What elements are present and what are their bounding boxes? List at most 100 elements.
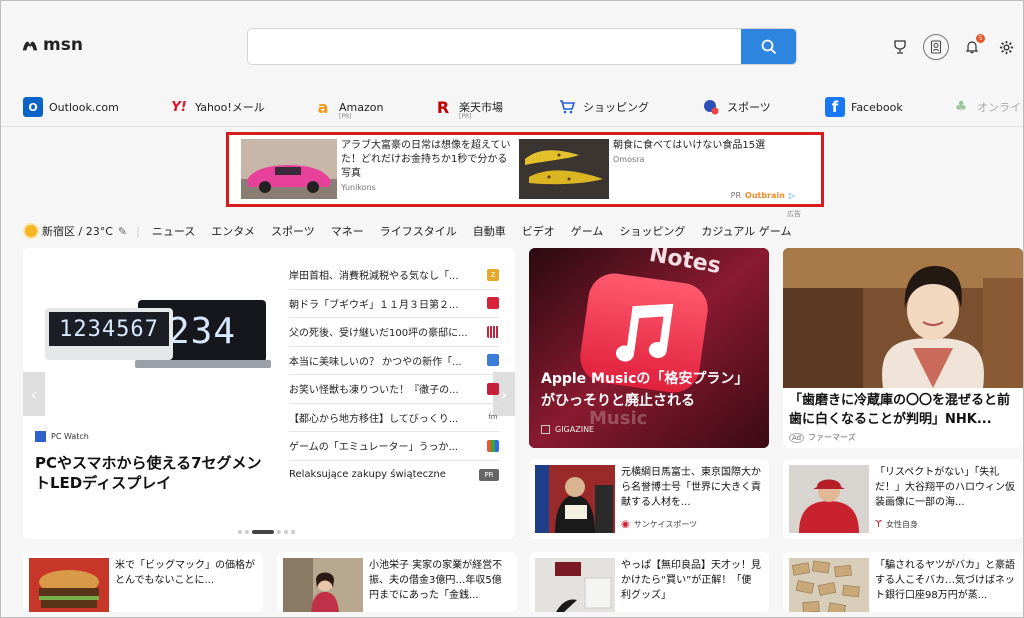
source-name: PC Watch xyxy=(51,432,89,441)
source-icon: fm xyxy=(488,413,498,422)
account-button[interactable] xyxy=(923,34,949,60)
tab-autos[interactable]: 自動車 xyxy=(473,223,506,239)
user-icon xyxy=(931,40,941,54)
tab-lifestyle[interactable]: ライフスタイル xyxy=(380,223,457,239)
quicklink-yahoo-mail[interactable]: Y! Yahoo!メール xyxy=(169,97,265,117)
music-story-card[interactable]: Notes Music Apple Musicの「格安プラン」がひっそりと廃止さ… xyxy=(529,248,769,448)
carousel-dot[interactable] xyxy=(238,530,242,534)
quicklink-shopping[interactable]: ショッピング xyxy=(557,97,649,117)
small-story-card[interactable]: やっぱ【無印良品】天才ッ！見かけたら“買い”が正解！「便利グッズ」 xyxy=(529,552,769,612)
amazon-icon: a xyxy=(317,97,329,117)
carousel-dot[interactable] xyxy=(284,530,288,534)
headline-text: 本当に美味しいの？ かつやの新作「... xyxy=(289,356,462,368)
tab-games[interactable]: ゲーム xyxy=(571,223,604,239)
outbrain-attribution[interactable]: PR Outbrain ▷ xyxy=(731,191,795,200)
msn-butterfly-icon xyxy=(22,41,38,51)
list-item[interactable]: 朝ドラ「ブギウギ」１１月３日第２... xyxy=(289,290,499,318)
source-icon xyxy=(487,439,499,452)
quicklink-facebook[interactable]: f Facebook xyxy=(825,97,903,117)
small-story-card[interactable]: 小池栄子 実家の家業が経営不振、夫の借金3億円…年収5億円までにあった「金銭..… xyxy=(277,552,517,612)
quicklink-outlook[interactable]: O Outlook.com xyxy=(23,97,119,117)
headline-text: ゲームの「エミュレーター」うっか... xyxy=(289,442,459,454)
kimono-story-card[interactable]: 「歯磨きに冷蔵庫の〇〇を混ぜると前歯に白くなることが判明」NHK... Ad フ… xyxy=(783,248,1023,448)
small-story-card[interactable]: 米で「ビッグマック」の価格がとんでもないことに... xyxy=(23,552,263,612)
notifications-button[interactable]: 5 xyxy=(961,34,985,58)
source-icon xyxy=(487,325,499,338)
quicklink-amazon[interactable]: a Amazon [PR] xyxy=(313,97,384,121)
kimono-story-title: 「歯磨きに冷蔵庫の〇〇を混ぜると前歯に白くなることが判明」NHK... xyxy=(789,393,1011,427)
tab-money[interactable]: マネー xyxy=(331,223,364,239)
list-item[interactable]: ゲームの「エミュレーター」うっか... xyxy=(289,432,499,461)
logo-text: msn xyxy=(43,35,83,55)
carousel-indicator xyxy=(238,530,295,534)
sankei-icon: ◉ xyxy=(621,519,630,530)
quicklink-label: Amazon xyxy=(339,100,384,114)
list-item[interactable]: 本当に美味しいの？ かつやの新作「... xyxy=(289,347,499,375)
small-story-card[interactable]: 「騙されるヤツがバカ」と豪語する人こそバカ…気づけばネット銀行口座98万円が蒸.… xyxy=(783,552,1023,612)
carousel-prev-button[interactable]: ‹ xyxy=(23,372,45,416)
rewards-button[interactable] xyxy=(889,36,911,58)
story-title: 元横綱日馬富士、東京国際大から名誉博士号「世界に大きく貢献する人材を... xyxy=(621,467,761,508)
sun-icon xyxy=(25,225,37,237)
quicklink-label: スポーツ xyxy=(727,101,771,114)
outbrain-logo: Outbrain xyxy=(745,191,785,200)
ad-label: 広告 xyxy=(787,210,801,218)
facebook-icon: f xyxy=(825,97,845,117)
carousel-dot[interactable] xyxy=(245,530,249,534)
small-story-card[interactable]: 「リスペクトがない」「失礼だ！」大谷翔平のハロウィン仮装画像に一部の海... ϒ… xyxy=(783,459,1023,539)
main-story-title[interactable]: PCやスマホから使える7セグメントLEDディスプレイ xyxy=(35,453,275,493)
carousel-dot[interactable] xyxy=(277,530,281,534)
notification-badge: 5 xyxy=(976,34,985,43)
source-name: ファーマーズ xyxy=(808,433,856,442)
weather-widget[interactable]: 新宿区 / 23°C ✎ | xyxy=(25,223,140,239)
list-item[interactable]: 岸田首相、消費税減税やる気なし「... Z xyxy=(289,261,499,290)
small-story-card[interactable]: 元横綱日馬富士、東京国際大から名誉博士号「世界に大きく貢献する人材を... ◉ … xyxy=(529,459,769,539)
tab-shopping[interactable]: ショッピング xyxy=(619,223,685,239)
list-item[interactable]: 【都心から地方移住】してびっくり... fm xyxy=(289,404,499,432)
trophy-icon xyxy=(894,40,906,54)
source-icon xyxy=(487,354,499,367)
msn-logo[interactable]: msn xyxy=(21,35,83,55)
quicklink-label: ショッピング xyxy=(583,101,649,114)
big-mac-image xyxy=(29,558,109,612)
search-input[interactable] xyxy=(248,29,742,64)
quicklink-label: Yahoo!メール xyxy=(195,101,265,114)
ad-item-1-text: アラブ大富豪の日常は想像を超えていた！どれだけお金持ちか1秒で分かる写真 Yun… xyxy=(341,139,511,201)
koike-eiko-image xyxy=(283,558,363,612)
story-title: 「騙されるヤツがバカ」と豪語する人こそバカ…気づけばネット銀行口座98万円が蒸.… xyxy=(875,560,1015,601)
lcd-display-front: 1234567 xyxy=(45,308,173,360)
pencil-icon[interactable]: ✎ xyxy=(118,225,127,238)
tab-casual-games[interactable]: カジュアル ゲーム xyxy=(701,223,791,239)
tab-news[interactable]: ニュース xyxy=(152,223,195,239)
headline-text: お笑い怪獣も凍りついた！『徹子の... xyxy=(289,385,459,397)
weather-location: 新宿区 / 23°C xyxy=(42,225,113,238)
tab-video[interactable]: ビデオ xyxy=(522,223,555,239)
pr-label: [PR] xyxy=(459,113,472,120)
carousel-dot-active[interactable] xyxy=(252,530,274,534)
quicklink-sports[interactable]: スポーツ xyxy=(701,97,771,117)
main-story-image[interactable]: 234 1234567 xyxy=(23,248,283,448)
source-name: GIGAZINE xyxy=(555,425,595,434)
list-item[interactable]: お笑い怪獣も凍りついた！『徹子の... xyxy=(289,375,499,404)
josei-jishin-icon: ϒ xyxy=(875,519,882,530)
quicklink-label: Facebook xyxy=(851,100,903,114)
outlook-icon: O xyxy=(23,97,43,117)
adchoices-icon: ▷ xyxy=(788,191,795,200)
settings-button[interactable] xyxy=(995,36,1017,58)
quicklink-online-games[interactable]: ♣ オンライ xyxy=(951,97,1021,117)
tab-sports[interactable]: スポーツ xyxy=(271,223,315,239)
headline-text: 岸田首相、消費税減税やる気なし「... xyxy=(289,271,459,283)
pr-badge: PR xyxy=(479,468,499,481)
search-button[interactable] xyxy=(741,29,796,64)
rakuten-icon: R xyxy=(436,97,450,117)
ohtani-image xyxy=(789,465,869,533)
carousel-dot[interactable] xyxy=(291,530,295,534)
search-icon xyxy=(761,39,776,54)
ad-item-1[interactable]: アラブ大富豪の日常は想像を超えていた！どれだけお金持ちか1秒で分かる写真 Yun… xyxy=(241,139,511,201)
list-item[interactable]: Relaksujące zakupy świąteczne PR xyxy=(289,461,499,490)
quicklink-rakuten[interactable]: R 楽天市場 [PR] xyxy=(433,97,503,121)
headline-text: 父の死後、受け継いだ100坪の豪邸に... xyxy=(289,328,468,340)
list-item[interactable]: 父の死後、受け継いだ100坪の豪邸に... xyxy=(289,318,499,347)
tab-entertainment[interactable]: エンタメ xyxy=(211,223,255,239)
harumafuji-image xyxy=(535,465,615,533)
